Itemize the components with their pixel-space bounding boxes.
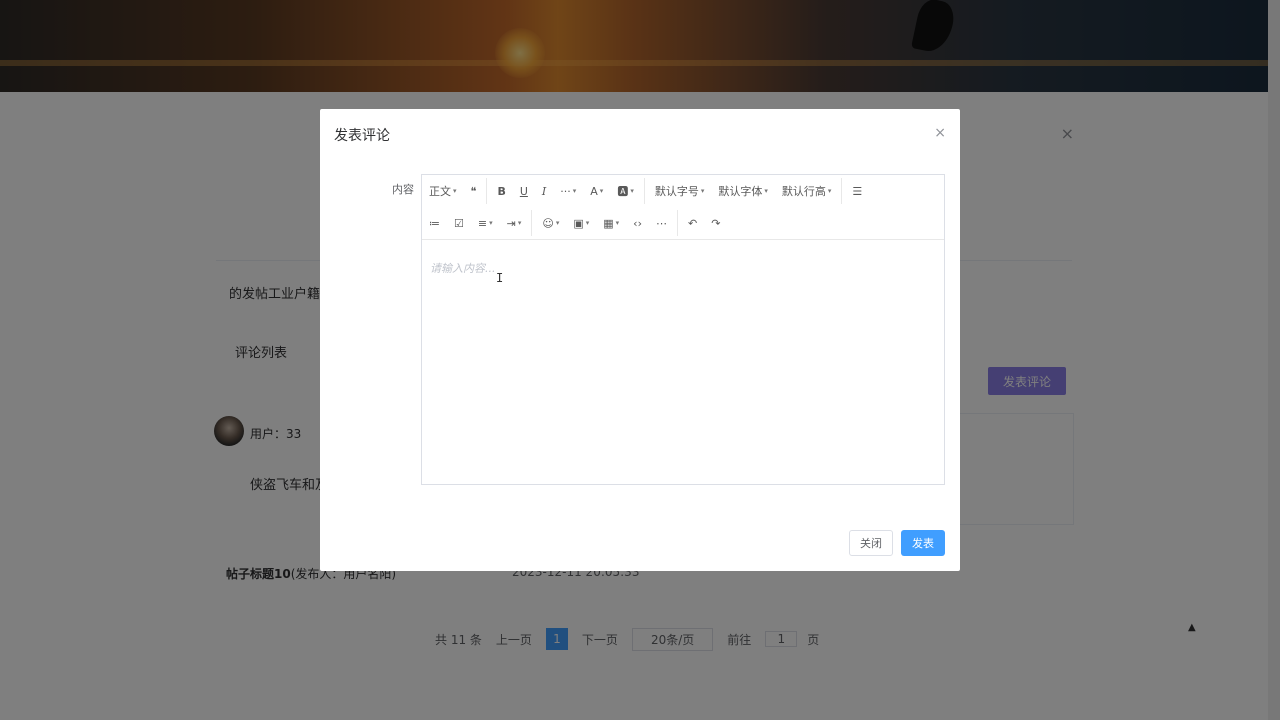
divider-icon: ⋯ xyxy=(655,216,667,230)
emoji-button[interactable]: ☺ ▾ xyxy=(535,207,566,239)
font-size-button[interactable]: 默认字号 ▾ xyxy=(648,175,712,207)
quote-icon: ❝ xyxy=(470,184,477,198)
toolbar-row-2: ≔ ☑ ≡ ▾ ⇥ ▾ ☺ ▾ ▣ ▾ ▦ ▾ ‹› ⋯ ↶ ↷ xyxy=(422,207,727,239)
caret-down-icon: ▾ xyxy=(599,187,604,195)
italic-icon: I xyxy=(541,184,547,198)
table-icon: ▦ xyxy=(603,216,614,230)
bulleted-list-icon: ☰ xyxy=(852,184,863,198)
caret-down-icon: ▾ xyxy=(630,187,634,195)
font-color-button[interactable]: A ▾ xyxy=(583,175,610,207)
italic-button[interactable]: I xyxy=(535,175,553,207)
editor-placeholder: 请输入内容... xyxy=(430,262,496,275)
divider-button[interactable]: ⋯ xyxy=(649,207,674,239)
emoji-icon: ☺ xyxy=(542,216,554,230)
code-button[interactable]: ‹› xyxy=(626,207,649,239)
indent-icon: ⇥ xyxy=(506,216,516,230)
redo-button[interactable]: ↷ xyxy=(704,207,727,239)
indent-button[interactable]: ⇥ ▾ xyxy=(500,207,529,239)
todo-icon: ☑ xyxy=(454,216,464,230)
paragraph-style-button[interactable]: 正文 ▾ xyxy=(422,175,464,207)
align-icon: ≡ xyxy=(477,216,488,230)
align-button[interactable]: ≡ ▾ xyxy=(471,207,500,239)
todo-button[interactable]: ☑ xyxy=(447,207,471,239)
caret-down-icon: ▾ xyxy=(555,219,560,227)
rich-text-editor: 正文 ▾ ❝ B U I ··· ▾ A ▾ 🅰 ▾ 默认字号 ▾ 默认字体 ▾ 默认行高 ▾ ☰ ≔ ☑ ≡ ▾ ⇥ ▾ ☺ ▾… xyxy=(421,174,945,485)
toolbar-separator xyxy=(841,178,843,204)
caret-down-icon: ▾ xyxy=(572,187,577,195)
undo-button[interactable]: ↶ xyxy=(681,207,704,239)
more-icon: ··· xyxy=(560,184,571,198)
editor-content-area[interactable]: 请输入内容... I xyxy=(422,240,944,484)
close-button[interactable]: 关闭 xyxy=(849,530,893,556)
image-button[interactable]: ▣ ▾ xyxy=(566,207,596,239)
text-cursor-icon: I xyxy=(496,271,504,285)
caret-down-icon: ▾ xyxy=(700,187,705,195)
background-color-button[interactable]: 🅰 ▾ xyxy=(610,175,641,207)
undo-icon: ↶ xyxy=(687,216,698,230)
font-family-button[interactable]: 默认字体 ▾ xyxy=(711,175,775,207)
font-size-icon: 默认字号 xyxy=(654,185,699,198)
underline-button[interactable]: U xyxy=(513,175,535,207)
caret-down-icon: ▾ xyxy=(489,219,493,227)
bold-icon: B xyxy=(497,184,506,198)
editor-toolbar: 正文 ▾ ❝ B U I ··· ▾ A ▾ 🅰 ▾ 默认字号 ▾ 默认字体 ▾ 默认行高 ▾ ☰ ≔ ☑ ≡ ▾ ⇥ ▾ ☺ ▾… xyxy=(422,175,944,240)
numbered-list-icon: ≔ xyxy=(429,216,440,230)
font-family-icon: 默认字体 xyxy=(718,185,763,198)
line-height-button[interactable]: 默认行高 ▾ xyxy=(775,175,839,207)
redo-icon: ↷ xyxy=(711,216,721,230)
bulleted-list-button[interactable]: ☰ xyxy=(845,175,869,207)
content-field-label: 内容 xyxy=(392,183,414,196)
comment-dialog: 发表评论 × 内容 正文 ▾ ❝ B U I ··· ▾ A ▾ 🅰 ▾ 默认字号 ▾ 默认字体 ▾ 默认行高 ▾… xyxy=(320,109,960,571)
toolbar-separator xyxy=(486,178,488,204)
submit-button[interactable]: 发表 xyxy=(901,530,945,556)
paragraph-style-icon: 正文 xyxy=(429,185,451,198)
toolbar-separator xyxy=(643,178,645,204)
caret-down-icon: ▾ xyxy=(517,219,522,227)
caret-down-icon: ▾ xyxy=(764,187,768,195)
caret-down-icon: ▾ xyxy=(827,187,832,195)
caret-down-icon: ▾ xyxy=(585,219,590,227)
toolbar-row-1: 正文 ▾ ❝ B U I ··· ▾ A ▾ 🅰 ▾ 默认字号 ▾ 默认字体 ▾ 默认行高 ▾ ☰ xyxy=(422,175,869,207)
font-color-icon: A xyxy=(590,184,598,198)
toolbar-separator xyxy=(531,210,533,236)
background-color-icon: 🅰 xyxy=(617,185,629,198)
numbered-list-button[interactable]: ≔ xyxy=(422,207,447,239)
underline-icon: U xyxy=(519,184,528,198)
dialog-title: 发表评论 xyxy=(334,128,390,144)
dialog-close-icon[interactable]: × xyxy=(934,125,946,141)
image-icon: ▣ xyxy=(573,216,584,230)
toolbar-separator xyxy=(676,210,678,236)
table-button[interactable]: ▦ ▾ xyxy=(596,207,626,239)
caret-down-icon: ▾ xyxy=(453,187,457,195)
caret-down-icon: ▾ xyxy=(615,219,620,227)
line-height-icon: 默认行高 xyxy=(781,185,826,198)
quote-button[interactable]: ❝ xyxy=(464,175,484,207)
bold-button[interactable]: B xyxy=(490,175,512,207)
code-icon: ‹› xyxy=(633,216,642,230)
more-button[interactable]: ··· ▾ xyxy=(553,175,583,207)
